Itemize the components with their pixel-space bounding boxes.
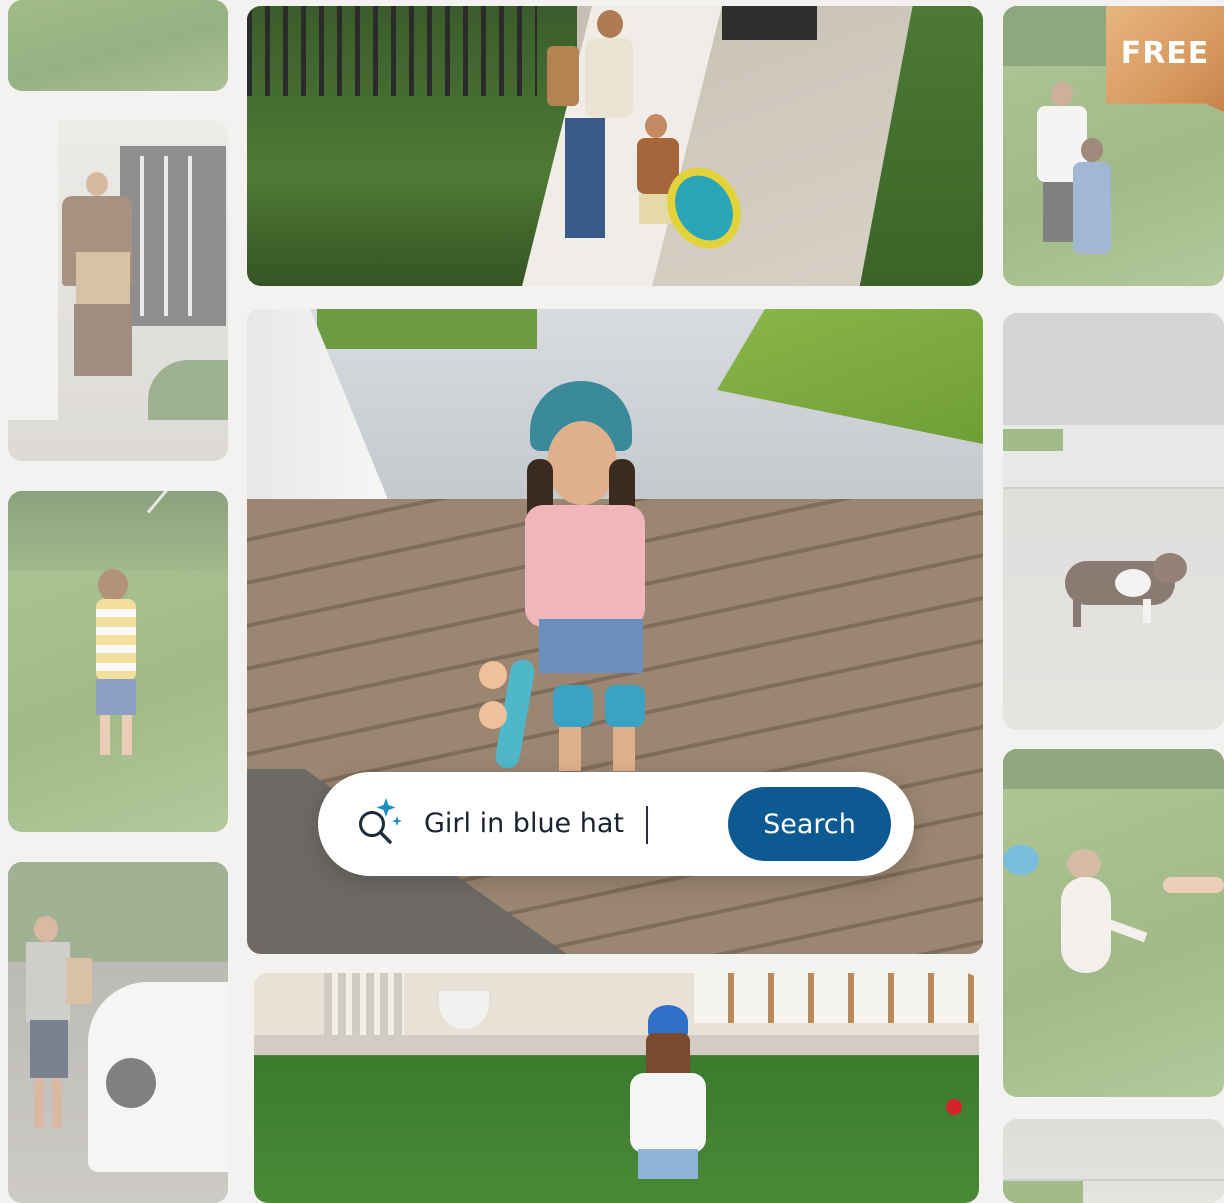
search-input[interactable]: Girl in blue hat	[424, 804, 624, 844]
tile-mother-daughter-walkway[interactable]	[247, 6, 983, 286]
text-cursor	[646, 806, 648, 844]
tile-dog-driveway[interactable]	[1003, 313, 1224, 730]
tile-man-groceries[interactable]	[8, 862, 228, 1203]
search-button[interactable]: Search	[728, 787, 891, 861]
tile-girl-blue-hat-lawn[interactable]	[254, 973, 979, 1203]
free-badge-label: FREE	[1120, 36, 1210, 71]
tile-delivery-man[interactable]	[8, 120, 228, 461]
free-badge: FREE	[1106, 6, 1224, 112]
tile-bottom-right[interactable]	[1003, 1119, 1224, 1203]
tile-dog-frisbee[interactable]	[1003, 749, 1224, 1097]
sparkle-search-icon	[359, 798, 402, 844]
tile-lawn-top-left[interactable]	[8, 0, 228, 91]
tile-boy-hose[interactable]	[8, 491, 228, 832]
search-bar[interactable]: Girl in blue hat Search	[318, 772, 914, 876]
